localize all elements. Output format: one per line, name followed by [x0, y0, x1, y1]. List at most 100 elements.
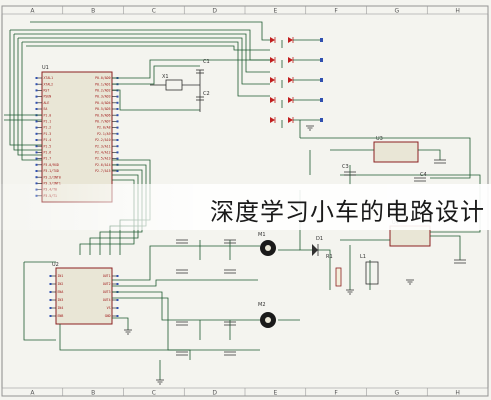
pin-label: OUT4	[103, 298, 111, 302]
pin-marker	[35, 170, 38, 172]
pin-marker	[35, 145, 38, 148]
pin-label: RST	[44, 89, 50, 93]
pin-marker	[116, 283, 119, 285]
pin-marker	[35, 151, 38, 154]
pin-label: EA	[44, 107, 48, 111]
motor-driver-chip: U2 IN1 IN2 ENA IN3 IN4 ENB OUT1 OUT2 OUT3 OUT4 VS…	[49, 262, 119, 325]
led-icon	[288, 77, 293, 83]
mcu-ref: U1	[42, 65, 49, 71]
pin-marker	[116, 275, 119, 277]
inductor-l1: L1	[360, 254, 366, 260]
pin-label: P1.5	[44, 144, 52, 148]
mcu-chip: U1 XTAL1 XTAL2 RST PSEN ALE EA P1.0 P1.1 P1.2 P1.…	[35, 65, 119, 203]
crystal-section: X1 C1 C2	[150, 59, 210, 112]
pin-marker	[49, 315, 52, 317]
pin-label: IN3	[58, 298, 64, 302]
grid-letter-top: H	[455, 8, 460, 15]
pin-marker	[35, 77, 38, 79]
pin-marker	[35, 83, 38, 86]
pin-label: P2.6/A14	[95, 163, 110, 167]
pin-marker	[35, 157, 38, 160]
schematic-canvas: A A B B C C D D E E F F G G H H U1 XTAL1 XTAL2 RST PSEN ALE…	[0, 0, 491, 400]
grid-letter-bottom: A	[30, 390, 35, 397]
pin-marker	[116, 108, 119, 110]
diode-d1: D1	[316, 236, 323, 242]
pin-marker	[116, 139, 119, 141]
led-icon	[288, 117, 293, 123]
grid-letter-bottom: D	[212, 390, 217, 397]
led-icon	[270, 77, 275, 83]
motor-caps	[176, 239, 236, 356]
pin-label: P1.0	[44, 113, 52, 117]
pin-marker	[116, 157, 119, 160]
pin-marker	[116, 120, 119, 123]
pin-label: IN1	[58, 274, 64, 278]
pin-label: P1.2	[44, 126, 52, 130]
cap-c1: C1	[203, 59, 210, 65]
pin-marker	[35, 126, 38, 129]
led-icon	[288, 97, 293, 103]
motor-m1-icon: M1	[258, 232, 276, 256]
led-icon	[288, 57, 293, 63]
motor-m2-label: M2	[258, 302, 266, 308]
led-terminal	[320, 98, 323, 102]
cap-c2: C2	[203, 91, 210, 97]
grid-letter-top: F	[334, 8, 338, 15]
pin-label: P1.3	[44, 132, 52, 136]
grid-letter-top: B	[91, 8, 95, 15]
pin-label: VS	[107, 306, 111, 310]
pin-label: PSEN	[44, 95, 52, 99]
grid-letter-bottom: H	[455, 390, 460, 397]
pin-label: P0.0/AD0	[95, 76, 110, 80]
led-icon	[288, 37, 293, 43]
caption-title: 深度学习小车的电路设计	[210, 198, 485, 226]
pin-label: P0.6/AD6	[95, 113, 110, 117]
regulator-upper: U3	[373, 136, 419, 163]
led-icon	[270, 57, 275, 63]
pin-marker	[116, 132, 119, 135]
pin-marker	[35, 132, 38, 135]
pin-label: ENA	[58, 290, 64, 294]
pin-label: OUT3	[103, 290, 111, 294]
pin-label: P0.4/AD4	[95, 101, 110, 105]
pin-marker	[49, 307, 52, 309]
pin-label: P2.1/A9	[97, 132, 111, 136]
grid-letter-top: G	[395, 8, 400, 15]
pin-marker	[116, 114, 119, 117]
pin-label: XTAL2	[44, 82, 54, 86]
pin-marker	[49, 291, 52, 293]
led-array	[270, 37, 323, 128]
pin-label: P2.5/A13	[95, 157, 110, 161]
cap-c3: C3	[342, 164, 349, 170]
pin-label: P1.6	[44, 151, 52, 155]
pin-label: P3.0/RXD	[44, 163, 59, 167]
pin-marker	[49, 275, 52, 277]
reg-u3-ref: U3	[376, 136, 383, 142]
pin-marker	[116, 145, 119, 148]
pin-label: ENB	[58, 314, 64, 318]
pin-label: GND	[105, 314, 111, 318]
led-icon	[270, 97, 275, 103]
pin-label: P1.1	[44, 120, 52, 124]
pin-marker	[116, 95, 119, 98]
grid-letter-bottom: G	[395, 390, 400, 397]
grid-letter-top: D	[212, 8, 217, 15]
pin-marker	[35, 139, 38, 141]
pin-label: P2.4/A12	[95, 151, 110, 155]
pin-label: OUT2	[103, 282, 111, 286]
pin-label: XTAL1	[44, 76, 54, 80]
pin-marker	[35, 176, 38, 179]
pin-label: P3.1/TXD	[44, 169, 59, 173]
pin-marker	[35, 108, 38, 110]
pin-marker	[35, 89, 38, 92]
grid-letter-top: A	[30, 8, 35, 15]
grid-letter-top: E	[273, 8, 277, 15]
pin-marker	[116, 126, 119, 129]
pin-marker	[35, 163, 38, 166]
pin-label: IN4	[58, 306, 64, 310]
grid-letter-top: C	[152, 8, 156, 15]
led-terminal	[320, 118, 323, 122]
motor-m1-label: M1	[258, 232, 266, 238]
pin-marker	[116, 307, 119, 309]
pin-marker	[49, 299, 52, 301]
